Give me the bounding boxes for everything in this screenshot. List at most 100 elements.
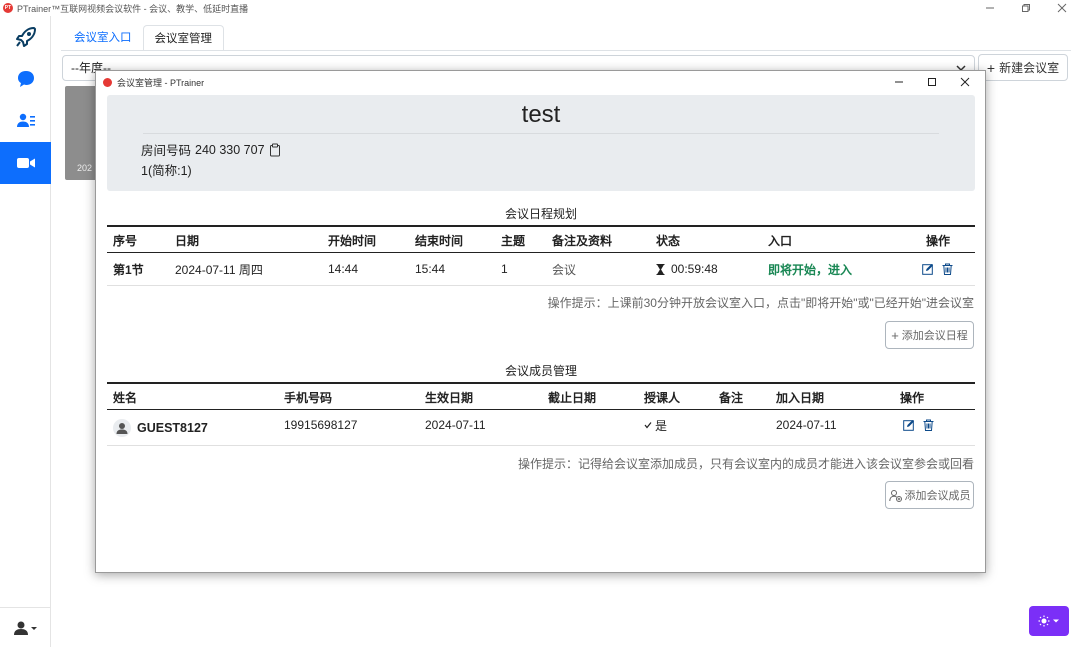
member-effective-date: 2024-07-11: [425, 418, 486, 432]
session-actions: [922, 253, 953, 285]
sun-icon: [1038, 615, 1050, 627]
app-logo-icon: [103, 77, 112, 87]
add-member-button[interactable]: 添加会议成员: [885, 481, 974, 509]
user-menu-button[interactable]: [0, 607, 51, 647]
add-user-icon: [888, 489, 902, 502]
col-header-note: 备注及资料: [552, 233, 613, 248]
dialog-titlebar: 会议室管理 - PTrainer: [96, 71, 985, 93]
tab-divider: [61, 50, 1071, 51]
sidebar-item-launch[interactable]: [0, 16, 51, 58]
hourglass-icon: [656, 263, 665, 275]
theme-toggle-button[interactable]: [1029, 606, 1069, 636]
session-entry-link[interactable]: 即将开始，进入: [768, 253, 852, 285]
restore-icon: [1022, 4, 1030, 12]
col-header-date: 日期: [175, 233, 200, 248]
chat-icon: [17, 71, 34, 87]
video-camera-icon: [16, 158, 35, 168]
minimize-button[interactable]: [972, 0, 1008, 16]
dialog-minimize-button[interactable]: [882, 71, 915, 93]
tab-bar: 会议室入口 会议室管理: [63, 25, 224, 51]
restore-button[interactable]: [1008, 0, 1044, 16]
member-actions: [903, 410, 934, 440]
schedule-hint: 操作提示：上课前30分钟开放会议室入口，点击"即将开始"或"已经开始"进会议室: [547, 296, 974, 310]
col-header-start: 开始时间: [328, 233, 377, 248]
schedule-table: 序号 日期 开始时间 结束时间 主题 备注及资料 状态 入口 操作 第1节 20…: [107, 225, 975, 287]
table-row: 第1节 2024-07-11 周四 14:44 15:44 1 会议 00:59…: [107, 253, 975, 286]
room-number-row: 房间号码 240 330 707: [141, 140, 281, 159]
col-header-actions: 操作: [926, 233, 951, 248]
sidebar: [0, 16, 51, 647]
room-number-label: 房间号码: [141, 144, 192, 158]
col-header-remark: 备注: [719, 390, 744, 405]
member-name-cell: GUEST8127: [113, 412, 208, 444]
plus-icon: +: [891, 327, 899, 343]
session-topic: 1: [501, 262, 508, 276]
dialog-close-button[interactable]: [948, 71, 981, 93]
session-start: 14:44: [328, 262, 359, 276]
session-date: 2024-07-11 周四: [175, 262, 263, 277]
member-teacher-value: 是: [655, 418, 668, 433]
col-header-entry: 入口: [768, 233, 793, 248]
new-room-button[interactable]: + 新建会议室: [978, 54, 1068, 81]
col-header-joined: 加入日期: [776, 390, 825, 405]
close-icon: [960, 77, 969, 87]
session-index: 第1节: [113, 262, 144, 277]
app-titlebar: PT PTrainer™互联网视频会议软件 - 会议、教学、低延时直播: [0, 0, 1080, 16]
delete-icon[interactable]: [942, 263, 953, 275]
members-table: 姓名 手机号码 生效日期 截止日期 授课人 备注 加入日期 操作 GUEST81…: [107, 382, 975, 448]
tab-room-entry[interactable]: 会议室入口: [63, 25, 143, 51]
col-header-effective: 生效日期: [425, 390, 474, 405]
close-icon: [1057, 3, 1067, 13]
room-name: test: [521, 101, 561, 128]
schedule-section-title: 会议日程规划: [504, 207, 577, 221]
add-schedule-button[interactable]: + 添加会议日程: [885, 321, 974, 349]
add-schedule-label: 添加会议日程: [901, 330, 968, 342]
col-header-topic: 主题: [501, 233, 526, 248]
col-header-expire: 截止日期: [548, 390, 597, 405]
copy-icon[interactable]: [269, 143, 281, 157]
plus-icon: +: [986, 59, 996, 76]
app-logo-icon: PT: [3, 3, 13, 13]
contacts-icon: [16, 113, 35, 127]
room-divider: [143, 133, 939, 134]
check-icon: [644, 422, 652, 429]
room-card-year: 202: [77, 163, 93, 173]
member-name: GUEST8127: [137, 421, 208, 435]
session-note: 会议: [552, 262, 577, 277]
session-end: 15:44: [415, 262, 446, 276]
col-header-name: 姓名: [113, 390, 138, 405]
sidebar-item-contacts[interactable]: [0, 100, 51, 142]
app-title: PTrainer™互联网视频会议软件 - 会议、教学、低延时直播: [17, 3, 249, 14]
tab-room-management[interactable]: 会议室管理: [142, 25, 224, 51]
room-alias: 1(简称:1): [141, 164, 192, 178]
members-section-title: 会议成员管理: [504, 364, 577, 378]
member-teacher: 是: [644, 410, 667, 440]
col-header-index: 序号: [113, 233, 138, 248]
col-header-status: 状态: [656, 233, 681, 248]
col-header-teacher: 授课人: [644, 390, 681, 405]
edit-icon[interactable]: [903, 419, 915, 431]
dialog-title: 会议室管理 - PTrainer: [117, 77, 205, 88]
schedule-table-header: 序号 日期 开始时间 结束时间 主题 备注及资料 状态 入口 操作: [107, 225, 975, 253]
sidebar-item-meeting-rooms[interactable]: [0, 142, 51, 184]
members-table-header: 姓名 手机号码 生效日期 截止日期 授课人 备注 加入日期 操作: [107, 382, 975, 410]
dialog-maximize-button[interactable]: [915, 71, 948, 93]
rocket-icon: [15, 27, 36, 47]
col-header-member-actions: 操作: [900, 390, 925, 405]
delete-icon[interactable]: [923, 419, 934, 431]
edit-icon[interactable]: [922, 263, 934, 275]
room-info-panel: test 房间号码 240 330 707 1(简称:1): [107, 95, 975, 191]
user-menu-icon: [13, 621, 37, 635]
session-status: 00:59:48: [656, 253, 718, 285]
caret-down-icon: [1053, 619, 1059, 623]
sidebar-item-chat[interactable]: [0, 58, 51, 100]
room-number: 240 330 707: [195, 142, 265, 157]
close-button[interactable]: [1044, 0, 1080, 16]
member-phone: 19915698127: [284, 418, 358, 432]
minimize-icon: [894, 81, 903, 83]
room-management-dialog: 会议室管理 - PTrainer test 房间号码 240 330 707 1…: [95, 70, 986, 573]
add-member-label: 添加会议成员: [904, 490, 971, 502]
avatar: [113, 419, 131, 437]
new-room-label: 新建会议室: [999, 61, 1060, 75]
maximize-icon: [927, 78, 936, 86]
